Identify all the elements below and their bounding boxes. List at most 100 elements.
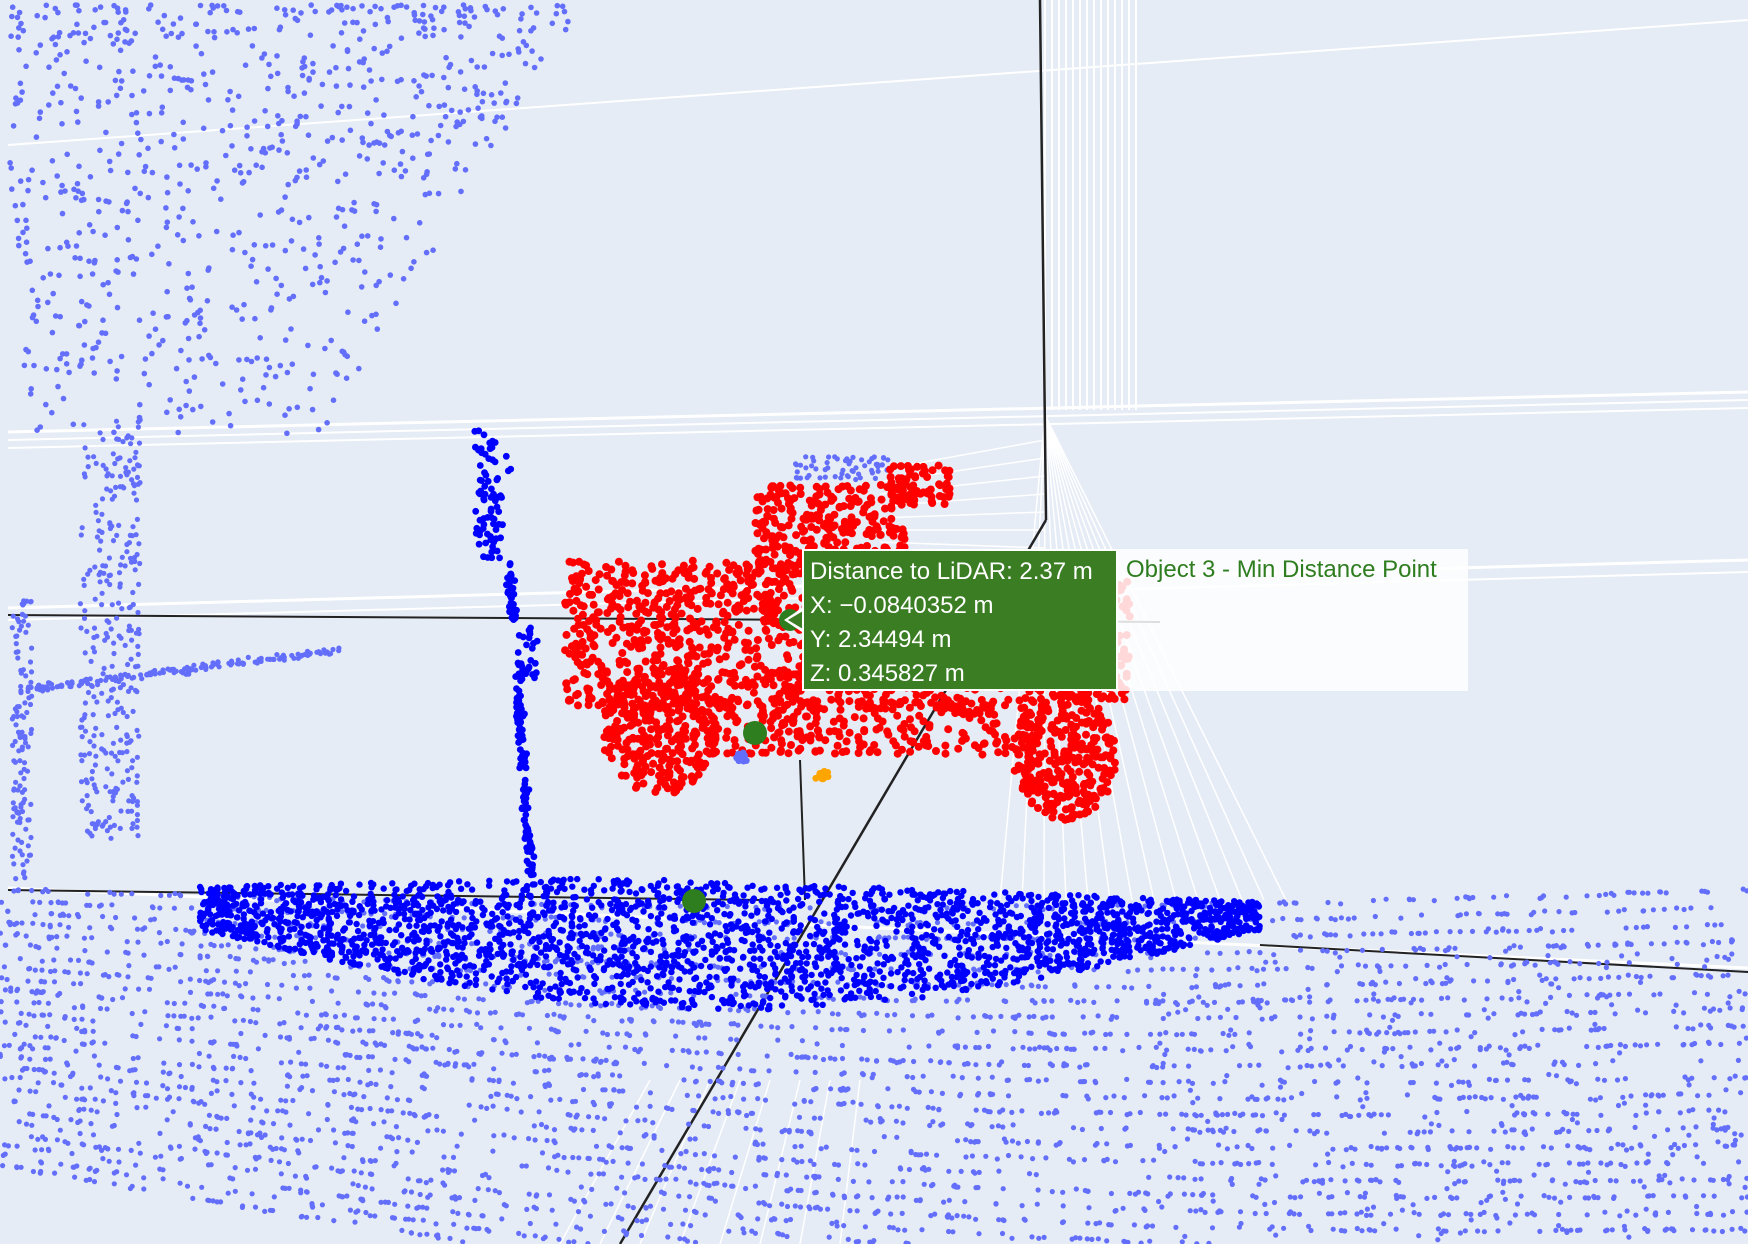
background-point: [90, 1028, 96, 1034]
background-point: [189, 1026, 195, 1032]
background-point: [1366, 1112, 1372, 1118]
background-point: [390, 1030, 396, 1036]
background-point: [36, 999, 42, 1006]
background-point: [1038, 1110, 1044, 1116]
background-point: [871, 1238, 877, 1244]
background-point: [224, 993, 230, 999]
background-point: [1595, 1076, 1601, 1082]
background-point: [110, 686, 116, 692]
background-point: [944, 1213, 950, 1219]
background-point: [1564, 1111, 1570, 1117]
background-point: [1448, 1046, 1454, 1052]
background-point: [1573, 1179, 1579, 1185]
background-point: [1071, 1046, 1077, 1052]
background-point: [236, 983, 242, 989]
background-point: [386, 950, 392, 956]
background-point: [427, 1192, 433, 1198]
background-point: [223, 1078, 229, 1084]
background-point: [124, 768, 130, 774]
background-point: [1291, 1211, 1297, 1217]
background-point: [1379, 946, 1385, 953]
background-point: [1464, 1145, 1470, 1151]
background-point: [458, 1131, 464, 1137]
background-point: [1434, 946, 1440, 952]
background-point: [1691, 1177, 1697, 1183]
background-point: [211, 1066, 217, 1072]
background-point: [9, 13, 15, 20]
background-point: [1236, 999, 1242, 1005]
background-point: [1363, 1161, 1369, 1167]
background-point: [86, 1166, 92, 1172]
background-point: [129, 891, 135, 897]
background-point: [1385, 1112, 1391, 1118]
background-point: [164, 409, 170, 416]
background-point: [124, 435, 130, 441]
background-point: [420, 175, 427, 181]
background-point: [29, 287, 36, 294]
background-point: [237, 1142, 243, 1148]
background-point: [288, 326, 294, 332]
background-point: [1422, 930, 1428, 936]
background-point: [352, 1219, 358, 1225]
background-point: [11, 786, 17, 792]
background-point: [462, 6, 469, 12]
background-point: [79, 1016, 85, 1022]
background-point: [248, 1068, 254, 1074]
background-point: [1297, 1014, 1303, 1020]
background-point: [48, 1034, 54, 1040]
background-point: [105, 279, 111, 286]
background-point: [12, 1031, 18, 1037]
background-point: [594, 1114, 601, 1120]
background-point: [178, 1073, 184, 1080]
background-point: [36, 115, 43, 122]
background-point: [110, 793, 116, 800]
background-point: [0, 1163, 6, 1169]
background-point: [1522, 1077, 1528, 1083]
background-point: [1069, 1236, 1075, 1242]
background-point: [676, 1193, 682, 1199]
background-point: [1373, 1177, 1379, 1183]
background-point: [1327, 997, 1333, 1003]
background-point: [1726, 1173, 1732, 1180]
background-point: [381, 1042, 388, 1048]
background-point: [278, 1060, 284, 1066]
background-point: [33, 318, 40, 325]
background-point: [996, 1217, 1002, 1223]
background-point: [1308, 1028, 1314, 1034]
background-point: [195, 1015, 201, 1021]
background-point: [1516, 995, 1522, 1001]
background-point: [46, 64, 52, 70]
background-point: [1466, 1094, 1472, 1101]
background-point: [1313, 915, 1319, 921]
background-point: [381, 112, 387, 118]
background-point: [585, 1155, 591, 1161]
background-point: [214, 1088, 220, 1094]
background-point: [106, 1158, 112, 1164]
background-point: [412, 1018, 418, 1025]
background-point: [1623, 925, 1629, 931]
background-point: [1199, 1192, 1205, 1198]
background-point: [1402, 1030, 1408, 1036]
background-point: [461, 13, 468, 19]
background-point: [936, 1107, 942, 1113]
background-point: [964, 997, 971, 1003]
background-point: [1334, 1094, 1340, 1100]
background-point: [177, 414, 184, 420]
background-point: [25, 348, 32, 355]
background-point: [1145, 1079, 1152, 1085]
background-point: [1565, 1143, 1571, 1149]
background-point: [678, 1151, 684, 1157]
background-point: [199, 1184, 205, 1190]
background-point: [254, 1132, 261, 1138]
background-point: [319, 81, 326, 88]
background-point: [756, 1200, 762, 1206]
background-point: [52, 5, 59, 12]
background-point: [1263, 1210, 1269, 1217]
background-point: [279, 1135, 285, 1141]
background-point: [1642, 1226, 1648, 1232]
background-point: [499, 1050, 505, 1056]
background-point: [418, 88, 425, 95]
background-point: [1412, 947, 1419, 953]
background-point: [122, 7, 129, 13]
background-point: [214, 178, 220, 184]
